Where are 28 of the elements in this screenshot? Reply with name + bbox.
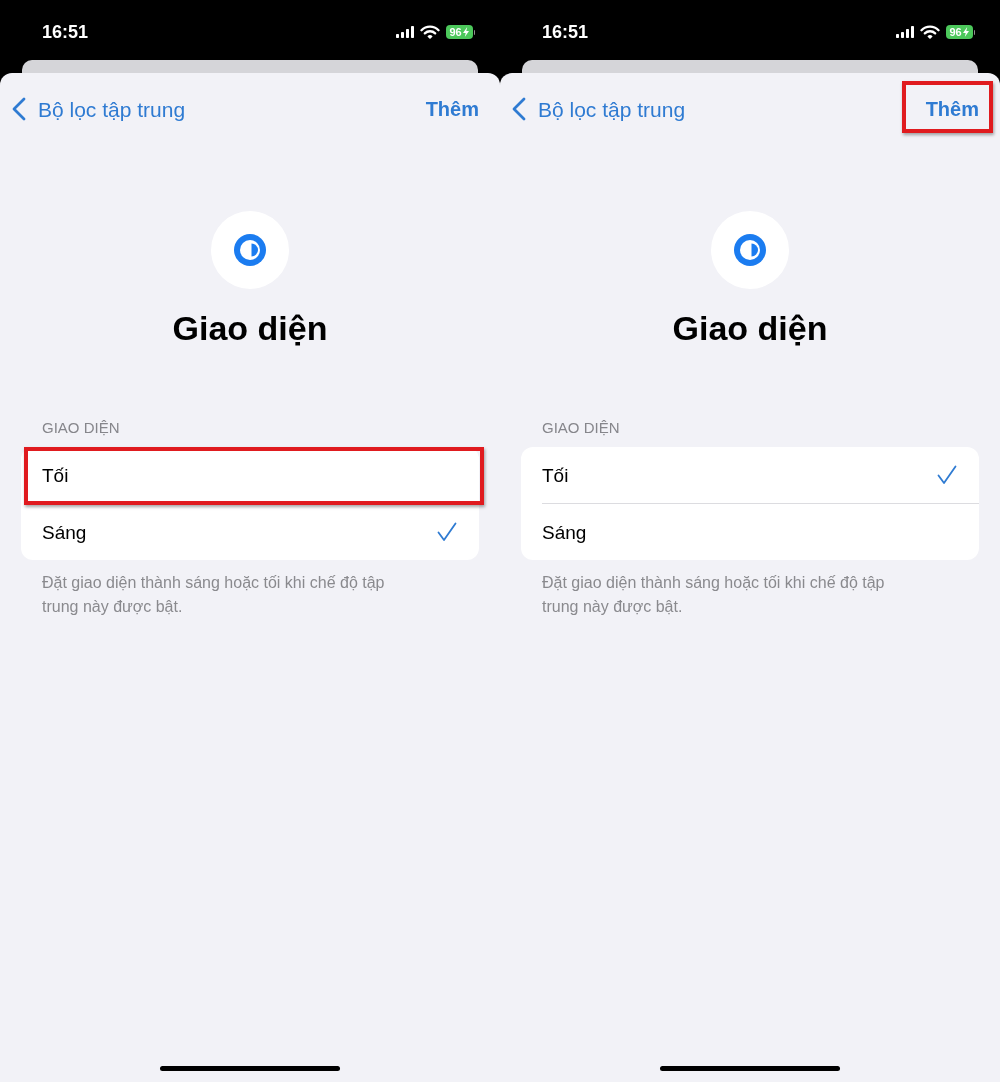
status-time: 16:51 bbox=[42, 23, 89, 41]
add-button[interactable]: Thêm bbox=[925, 99, 979, 119]
bolt-icon bbox=[962, 27, 969, 37]
chevron-left-icon bbox=[12, 97, 26, 121]
status-time: 16:51 bbox=[542, 23, 589, 41]
section-header: GIAO DIỆN bbox=[41, 419, 121, 437]
page-title: Giao diện bbox=[172, 308, 328, 348]
option-row[interactable]: Sáng bbox=[21, 504, 479, 560]
bolt-icon bbox=[462, 27, 469, 37]
back-button[interactable]: Bộ lọc tập trung bbox=[12, 97, 186, 121]
add-button[interactable]: Thêm bbox=[425, 99, 479, 119]
back-button[interactable]: Bộ lọc tập trung bbox=[512, 97, 686, 121]
signal-icon bbox=[395, 26, 414, 38]
appearance-icon bbox=[711, 211, 789, 289]
battery-percent: 96 bbox=[449, 26, 462, 38]
option-row[interactable]: Sáng bbox=[521, 504, 979, 560]
section-header: GIAO DIỆN bbox=[541, 419, 621, 437]
option-row[interactable]: Tối bbox=[21, 447, 479, 503]
chevron-left-icon bbox=[512, 97, 526, 121]
wifi-icon bbox=[419, 25, 440, 39]
signal-icon bbox=[895, 26, 914, 38]
page-title: Giao diện bbox=[672, 308, 828, 348]
appearance-icon bbox=[211, 211, 289, 289]
section-footer: Đặt giao diện thành sáng hoặc tối khi chế độ tập trung này được bật. bbox=[500, 571, 904, 619]
wifi-icon bbox=[919, 25, 940, 39]
section-footer: Đặt giao diện thành sáng hoặc tối khi chế độ tập trung này được bật. bbox=[0, 571, 404, 619]
option-row[interactable]: Tối bbox=[521, 447, 979, 503]
battery-percent: 96 bbox=[949, 26, 962, 38]
